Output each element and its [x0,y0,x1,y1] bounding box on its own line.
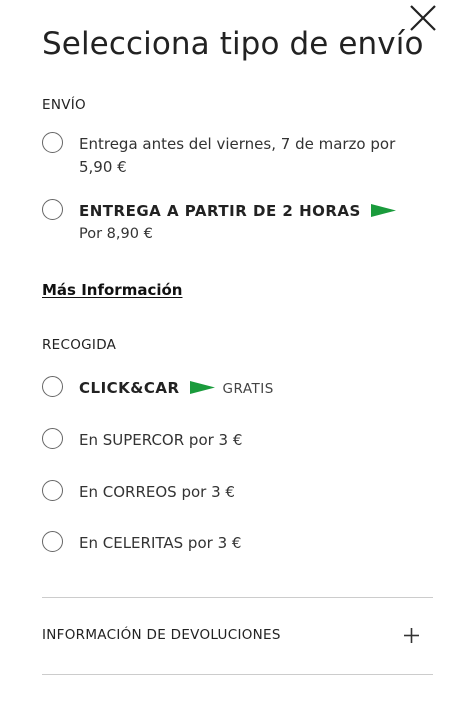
option-celeritas[interactable]: En CELERITAS por 3 € [42,531,432,555]
radio-button[interactable] [42,428,63,449]
radio-button[interactable] [42,199,63,220]
option-label: En SUPERCOR por 3 € [79,431,243,449]
radio-button[interactable] [42,132,63,153]
option-click-car[interactable]: CLICK&CAR GRATIS [42,376,432,401]
modal-title: Selecciona tipo de envío [42,26,424,62]
radio-button[interactable] [42,480,63,501]
option-label: Entrega antes del viernes, 7 de marzo po… [79,135,396,176]
recogida-section-label: RECOGIDA [42,337,117,353]
option-correos[interactable]: En CORREOS por 3 € [42,480,432,504]
green-flag-icon [370,203,396,217]
option-label: CLICK&CAR [79,379,180,397]
plus-icon [404,628,419,643]
free-badge: GRATIS [222,381,274,397]
option-label: ENTREGA A PARTIR DE 2 HORAS [79,202,361,220]
option-supercor[interactable]: En SUPERCOR por 3 € [42,428,432,452]
radio-button[interactable] [42,376,63,397]
option-entrega-viernes[interactable]: Entrega antes del viernes, 7 de marzo po… [42,132,432,179]
shipping-type-modal: Selecciona tipo de envío ENVÍO Entrega a… [0,0,475,711]
green-flag-icon [189,380,215,394]
option-label: En CELERITAS por 3 € [79,534,242,552]
returns-info-accordion[interactable]: INFORMACIÓN DE DEVOLUCIONES [42,597,433,674]
option-price: Por 8,90 € [79,226,153,242]
divider [42,674,433,675]
option-label: En CORREOS por 3 € [79,483,235,501]
more-info-link[interactable]: Más Información [42,281,182,299]
returns-info-label: INFORMACIÓN DE DEVOLUCIONES [42,627,281,643]
envio-section-label: ENVÍO [42,97,86,113]
option-entrega-2-horas[interactable]: ENTREGA A PARTIR DE 2 HORAS Por 8,90 € [42,199,432,246]
radio-button[interactable] [42,531,63,552]
